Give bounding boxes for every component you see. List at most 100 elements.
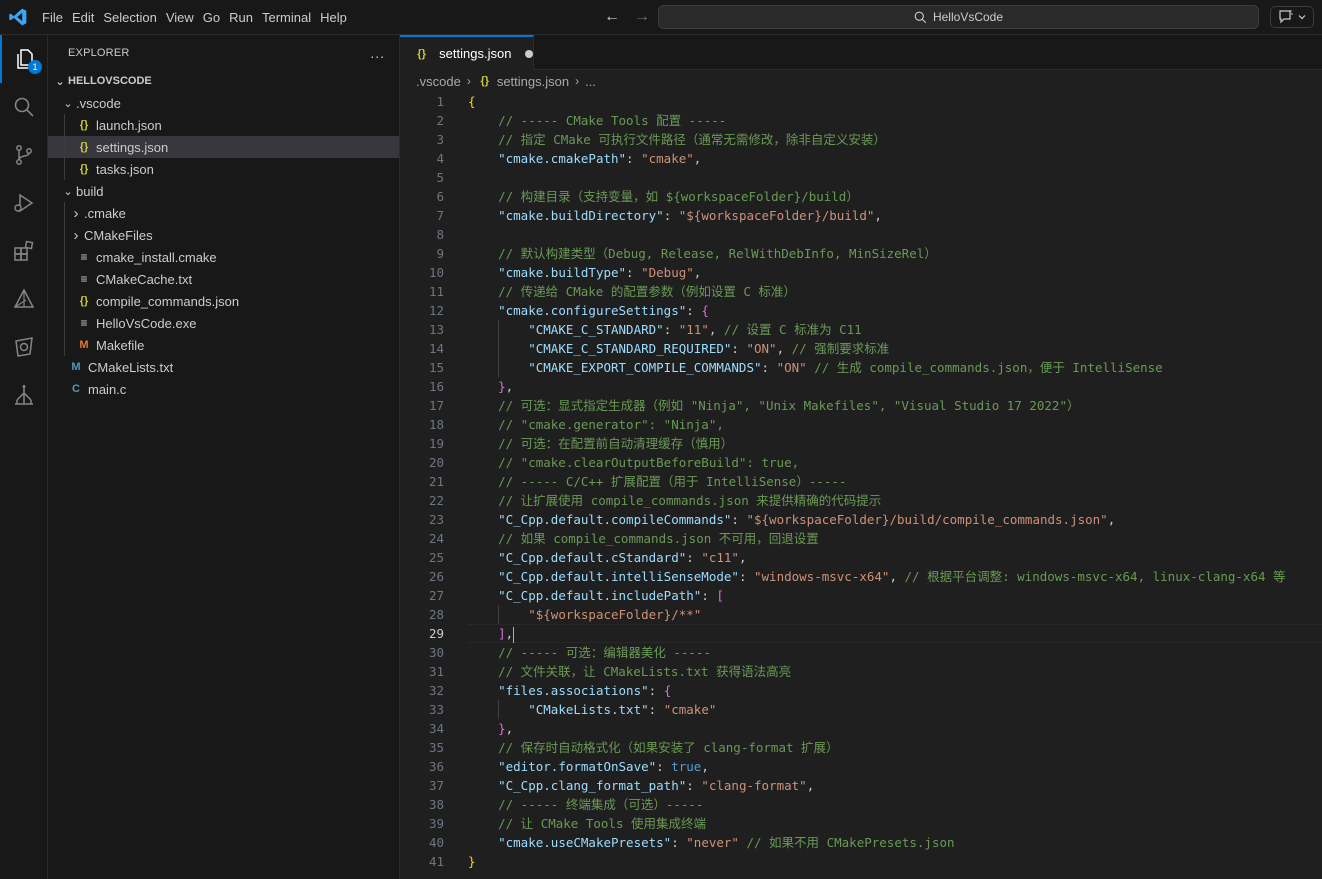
menu-help[interactable]: Help — [320, 0, 352, 35]
tree-folder[interactable]: ⌄ build — [48, 180, 399, 202]
code-token: : — [731, 512, 747, 527]
code-line[interactable]: 16 }, — [400, 377, 1322, 396]
code-token: "ON" — [776, 360, 807, 375]
code-line[interactable]: 28 "${workspaceFolder}/**" — [400, 605, 1322, 624]
code-text: // 构建目录（支持变量，如 ${workspaceFolder}/build） — [468, 187, 859, 206]
code-line[interactable]: 3 // 指定 CMake 可执行文件路径（通常无需修改，除非自定义安装） — [400, 130, 1322, 149]
copilot-chat-button[interactable] — [1270, 6, 1314, 28]
code-line[interactable]: 23 "C_Cpp.default.compileCommands": "${w… — [400, 510, 1322, 529]
code-token: "ON" — [746, 341, 777, 356]
code-text: // "cmake.clearOutputBeforeBuild": true, — [468, 453, 799, 472]
code-line[interactable]: 10 "cmake.buildType": "Debug", — [400, 263, 1322, 282]
code-line[interactable]: 18 // "cmake.generator": "Ninja", — [400, 415, 1322, 434]
code-line[interactable]: 33 "CMakeLists.txt": "cmake" — [400, 700, 1322, 719]
code-line[interactable]: 15 "CMAKE_EXPORT_COMPILE_COMMANDS": "ON"… — [400, 358, 1322, 377]
menu-selection[interactable]: Selection — [103, 0, 161, 35]
code-line[interactable]: 40 "cmake.useCMakePresets": "never" // 如… — [400, 833, 1322, 852]
tree-file[interactable]: {} settings.json — [48, 136, 399, 158]
code-line[interactable]: 7 "cmake.buildDirectory": "${workspaceFo… — [400, 206, 1322, 225]
code-line[interactable]: 30 // ----- 可选：编辑器美化 ----- — [400, 643, 1322, 662]
code-token: "cmake" — [641, 151, 694, 166]
code-line[interactable]: 24 // 如果 compile_commands.json 不可用，回退设置 — [400, 529, 1322, 548]
menu-run[interactable]: Run — [229, 0, 258, 35]
code-line[interactable]: 25 "C_Cpp.default.cStandard": "c11", — [400, 548, 1322, 567]
tree-file[interactable]: M Makefile — [48, 334, 399, 356]
code-line[interactable]: 6 // 构建目录（支持变量，如 ${workspaceFolder}/buil… — [400, 187, 1322, 206]
tree-file[interactable]: {} launch.json — [48, 114, 399, 136]
chevron-right-icon: › — [466, 74, 471, 88]
breadcrumb-folder[interactable]: .vscode — [416, 74, 461, 89]
code-token: // "cmake.clearOutputBeforeBuild": true, — [468, 455, 800, 470]
code-line[interactable]: 36 "editor.formatOnSave": true, — [400, 757, 1322, 776]
activity-extensions[interactable] — [0, 227, 48, 275]
code-line[interactable]: 4 "cmake.cmakePath": "cmake", — [400, 149, 1322, 168]
code-line[interactable]: 41} — [400, 852, 1322, 871]
tree-file[interactable]: ≡ CMakeCache.txt — [48, 268, 399, 290]
code-text: }, — [468, 719, 513, 738]
activity-testing[interactable] — [0, 371, 48, 419]
forward-arrow-icon[interactable]: → — [632, 7, 652, 27]
tree-file[interactable]: ≡ HelloVsCode.exe — [48, 312, 399, 334]
code-token: , — [874, 208, 882, 223]
tree-file[interactable]: ≡ cmake_install.cmake — [48, 246, 399, 268]
activity-run-debug[interactable] — [0, 179, 48, 227]
code-line[interactable]: 13 "CMAKE_C_STANDARD": "11", // 设置 C 标准为… — [400, 320, 1322, 339]
code-line[interactable]: 34 }, — [400, 719, 1322, 738]
code-token: "${workspaceFolder}/build/compile_comman… — [746, 512, 1108, 527]
activity-explorer[interactable]: 1 — [0, 35, 48, 83]
activity-source-control[interactable] — [0, 131, 48, 179]
code-line[interactable]: 21 // ----- C/C++ 扩展配置（用于 IntelliSense）-… — [400, 472, 1322, 491]
code-line[interactable]: 1{ — [400, 92, 1322, 111]
tree-file[interactable]: Cmain.c — [48, 378, 399, 400]
code-line[interactable]: 2 // ----- CMake Tools 配置 ----- — [400, 111, 1322, 130]
code-token: , — [693, 151, 702, 166]
activity-search[interactable] — [0, 83, 48, 131]
code-line[interactable]: 19 // 可选：在配置前自动清理缓存（慎用） — [400, 434, 1322, 453]
code-line[interactable]: 12 "cmake.configureSettings": { — [400, 301, 1322, 320]
tree-item-label: .vscode — [76, 95, 121, 111]
breadcrumb-file[interactable]: settings.json — [497, 74, 569, 89]
menu-terminal[interactable]: Terminal — [262, 0, 316, 35]
c-file-icon: C — [72, 383, 80, 395]
code-line[interactable]: 8 — [400, 225, 1322, 244]
code-line[interactable]: 14 "CMAKE_C_STANDARD_REQUIRED": "ON", //… — [400, 339, 1322, 358]
activity-remote[interactable] — [0, 323, 48, 371]
code-line[interactable]: 38 // ----- 终端集成（可选）----- — [400, 795, 1322, 814]
code-line[interactable]: 20 // "cmake.clearOutputBeforeBuild": tr… — [400, 453, 1322, 472]
code-line[interactable]: 17 // 可选：显式指定生成器（例如 "Ninja", "Unix Makef… — [400, 396, 1322, 415]
code-line[interactable]: 26 "C_Cpp.default.intelliSenseMode": "wi… — [400, 567, 1322, 586]
code-line[interactable]: 29 ], — [400, 624, 1322, 643]
activity-cmake[interactable] — [0, 275, 48, 323]
breadcrumb-symbols[interactable]: ... — [585, 74, 596, 89]
code-line[interactable]: 27 "C_Cpp.default.includePath": [ — [400, 586, 1322, 605]
code-text: ], — [468, 624, 515, 643]
code-line[interactable]: 31 // 文件关联，让 CMakeLists.txt 获得语法高亮 — [400, 662, 1322, 681]
command-center-search[interactable]: HelloVsCode — [658, 5, 1259, 29]
tree-folder[interactable]: ⌄ .vscode — [48, 92, 399, 114]
tree-root-folder[interactable]: ⌄ HELLOVSCODE — [48, 70, 399, 92]
unsaved-dot-icon[interactable] — [525, 49, 533, 58]
tab-settings-json[interactable]: {} settings.json — [400, 35, 534, 70]
code-line[interactable]: 37 "C_Cpp.clang_format_path": "clang-for… — [400, 776, 1322, 795]
code-line[interactable]: 22 // 让扩展使用 compile_commands.json 来提供精确的… — [400, 491, 1322, 510]
back-arrow-icon[interactable]: ← — [602, 7, 622, 27]
code-line[interactable]: 32 "files.associations": { — [400, 681, 1322, 700]
menu-edit[interactable]: Edit — [72, 0, 99, 35]
code-line[interactable]: 39 // 让 CMake Tools 使用集成终端 — [400, 814, 1322, 833]
menu-file[interactable]: File — [42, 0, 68, 35]
menu-view[interactable]: View — [166, 0, 199, 35]
code-line[interactable]: 11 // 传递给 CMake 的配置参数（例如设置 C 标准） — [400, 282, 1322, 301]
code-line[interactable]: 35 // 保存时自动格式化（如果安装了 clang-format 扩展） — [400, 738, 1322, 757]
tree-folder[interactable]: › .cmake — [48, 202, 399, 224]
code-line[interactable]: 9 // 默认构建类型（Debug, Release, RelWithDebIn… — [400, 244, 1322, 263]
menu-go[interactable]: Go — [203, 0, 225, 35]
tree-file[interactable]: {} compile_commands.json — [48, 290, 399, 312]
tree-file[interactable]: {} tasks.json — [48, 158, 399, 180]
code-line[interactable]: 5 — [400, 168, 1322, 187]
tree-folder[interactable]: › CMakeFiles — [48, 224, 399, 246]
more-actions-icon[interactable]: ... — [370, 45, 385, 61]
explorer-sidebar: EXPLORER ... ⌄ HELLOVSCODE ⌄ .vscode{} lau… — [48, 35, 400, 879]
code-editor[interactable]: 1{2 // ----- CMake Tools 配置 ----- 3 // 指定… — [400, 92, 1322, 879]
tree-file[interactable]: M CMakeLists.txt — [48, 356, 399, 378]
